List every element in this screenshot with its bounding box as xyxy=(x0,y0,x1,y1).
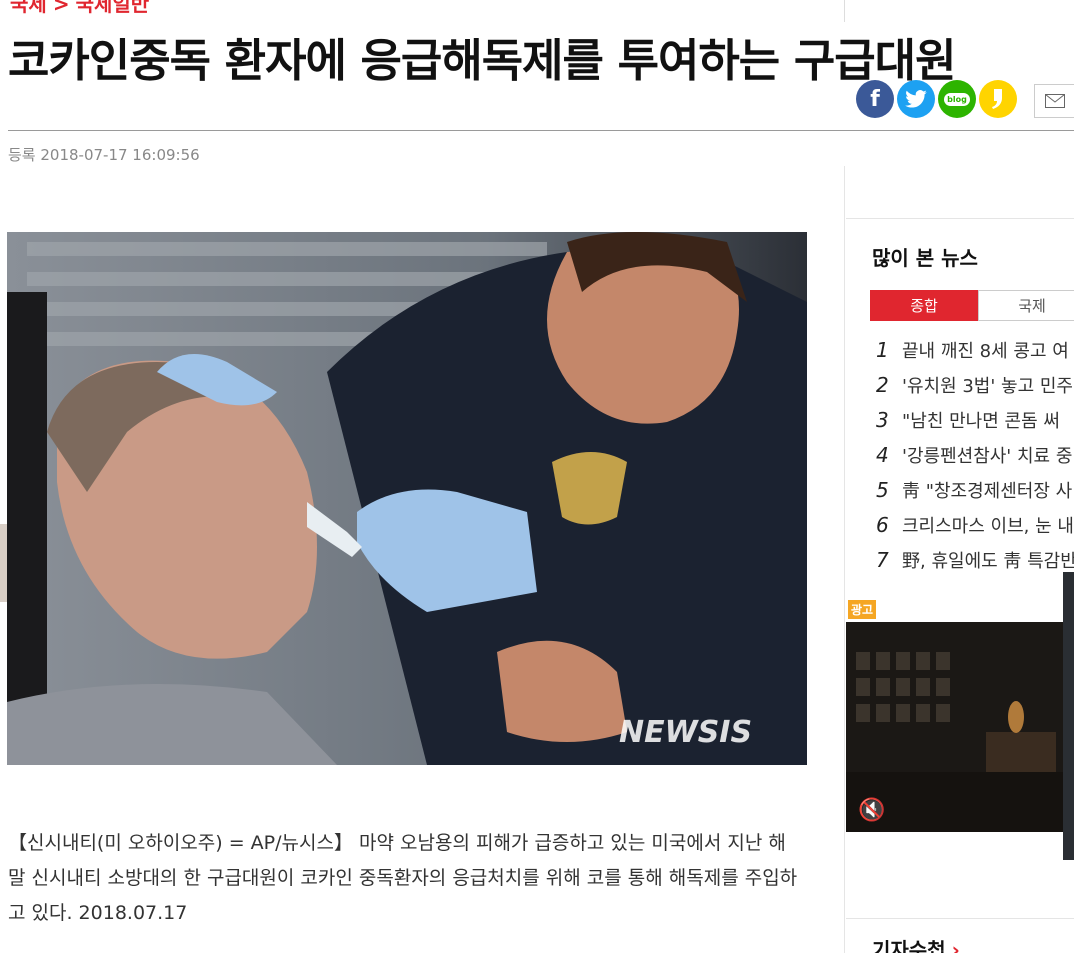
mute-icon[interactable]: 🔇 xyxy=(858,798,885,823)
sidebar-divider xyxy=(846,218,1074,219)
ad-side-strip xyxy=(1063,572,1074,860)
rank-number: 7 xyxy=(876,547,889,572)
list-item[interactable]: 3 "남친 만나면 콘돔 써 xyxy=(876,402,1074,437)
mail-icon xyxy=(1044,94,1065,108)
column-divider-top xyxy=(844,0,845,22)
rank-number: 3 xyxy=(876,407,889,432)
breadcrumb-section-link[interactable]: 국제 xyxy=(10,0,47,16)
video-ad[interactable]: 🔇 xyxy=(846,622,1063,832)
kakaostory-share-button[interactable] xyxy=(979,80,1017,118)
twitter-icon xyxy=(905,90,927,108)
facebook-icon: f xyxy=(870,86,880,112)
chevron-right-icon: › xyxy=(951,938,960,953)
blog-icon: blog xyxy=(944,92,970,106)
rank-number: 2 xyxy=(876,372,889,397)
list-item[interactable]: 5 靑 "창조경제센터장 사 xyxy=(876,472,1074,507)
newsis-watermark: NEWSIS xyxy=(619,715,752,750)
title-divider xyxy=(8,130,1074,131)
kakaostory-icon xyxy=(992,89,1002,109)
list-item[interactable]: 7 野, 휴일에도 靑 특감반 xyxy=(876,542,1074,577)
sidebar-divider-bottom xyxy=(846,918,1074,919)
news-headline: "남친 만나면 콘돔 써 xyxy=(902,410,1060,432)
article-title: 코카인중독 환자에 응급해독제를 투여하는 구급대원 xyxy=(8,34,956,87)
news-headline: 靑 "창조경제센터장 사 xyxy=(902,480,1073,502)
twitter-share-button[interactable] xyxy=(897,80,935,118)
mail-share-button[interactable] xyxy=(1034,84,1074,118)
news-headline: '유치원 3법' 놓고 민주 xyxy=(902,375,1073,397)
article-caption: 【신시내티(미 오하이오주) = AP/뉴시스】 마약 오남용의 피해가 급증하… xyxy=(8,832,798,924)
news-headline: 크리스마스 이브, 눈 내 xyxy=(902,515,1074,537)
news-headline: 끝내 깨진 8세 콩고 여 xyxy=(902,340,1069,362)
reporter-notes-title[interactable]: 기자수첩 › xyxy=(872,934,960,953)
article-photo: NEWSIS xyxy=(7,232,807,765)
rank-number: 6 xyxy=(876,512,889,537)
popular-news-list: 1 끝내 깨진 8세 콩고 여 2 '유치원 3법' 놓고 민주 3 "남친 만나면 … xyxy=(876,332,1074,577)
facebook-share-button[interactable]: f xyxy=(856,80,894,118)
column-divider xyxy=(844,166,845,953)
list-item[interactable]: 4 '강릉펜션참사' 치료 중 xyxy=(876,437,1074,472)
breadcrumb-subsection-link[interactable]: 국제일반 xyxy=(76,0,150,16)
list-item[interactable]: 6 크리스마스 이브, 눈 내 xyxy=(876,507,1074,542)
popular-news-tabs: 종합 국제 xyxy=(870,290,1074,321)
popular-news-title: 많이 본 뉴스 xyxy=(872,246,978,270)
list-item[interactable]: 1 끝내 깨진 8세 콩고 여 xyxy=(876,332,1074,367)
list-item[interactable]: 2 '유치원 3법' 놓고 민주 xyxy=(876,367,1074,402)
news-headline: 野, 휴일에도 靑 특감반 xyxy=(902,550,1074,572)
tab-all[interactable]: 종합 xyxy=(870,290,978,321)
rank-number: 4 xyxy=(876,442,889,467)
breadcrumb: 국제 > 국제일반 xyxy=(10,0,149,17)
rank-number: 1 xyxy=(876,337,889,362)
rank-number: 5 xyxy=(876,477,889,502)
ad-badge: 광고 xyxy=(848,600,877,619)
tab-international[interactable]: 국제 xyxy=(978,290,1074,321)
share-buttons: f blog xyxy=(856,80,1017,118)
sidebar: 많이 본 뉴스 종합 국제 1 끝내 깨진 8세 콩고 여 2 '유치원 3법' 놓… xyxy=(846,218,1074,953)
news-headline: '강릉펜션참사' 치료 중 xyxy=(902,445,1073,467)
blog-share-button[interactable]: blog xyxy=(938,80,976,118)
breadcrumb-separator: > xyxy=(52,0,70,16)
reporter-notes-label: 기자수첩 xyxy=(872,938,946,953)
article-date: 등록 2018-07-17 16:09:56 xyxy=(8,146,200,164)
